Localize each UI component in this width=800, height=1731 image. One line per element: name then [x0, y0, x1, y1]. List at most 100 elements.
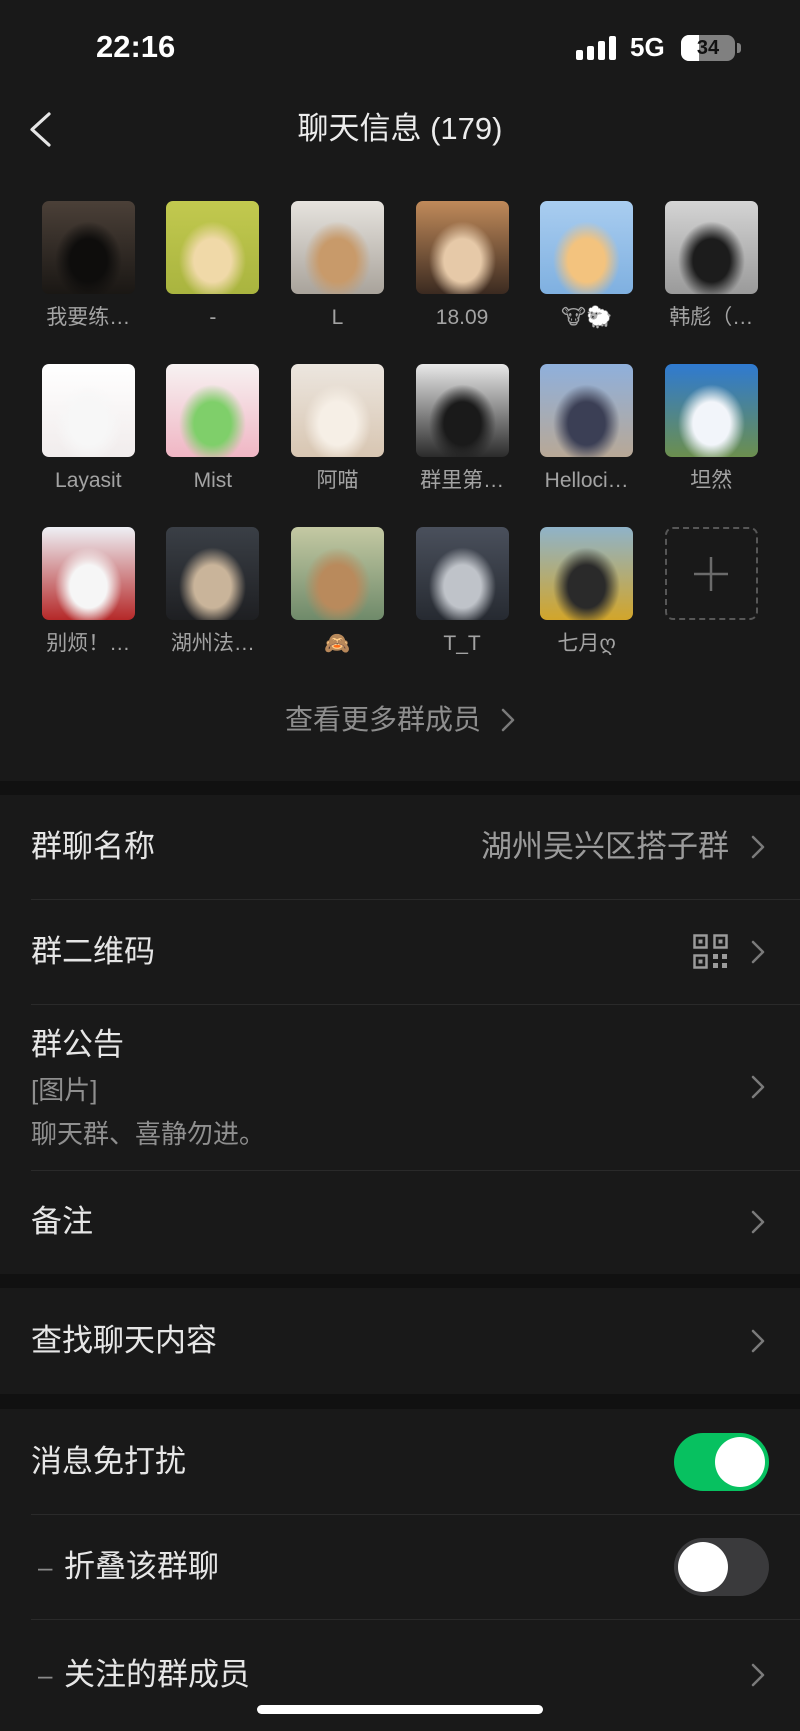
member-item[interactable]: 湖州法…	[151, 527, 276, 690]
member-avatar	[540, 527, 634, 620]
member-avatar	[415, 364, 509, 457]
member-name: 🙈	[324, 632, 351, 655]
network-type: 5G	[630, 32, 665, 62]
group-name-label: 群聊名称	[31, 829, 155, 864]
member-name: 群里第…	[420, 469, 505, 492]
remark-label: 备注	[31, 1204, 93, 1239]
group-name-value: 湖州吴兴区搭子群	[481, 829, 729, 864]
member-name: 湖州法…	[170, 632, 255, 655]
member-item[interactable]: 别烦！…	[26, 527, 151, 690]
member-item[interactable]: 阿喵	[275, 364, 400, 527]
member-name: 坦然	[690, 469, 733, 492]
group-name-row[interactable]: 群聊名称 湖州吴兴区搭子群	[0, 795, 800, 899]
indent-dash: –	[38, 1660, 53, 1690]
chevron-right-icon	[751, 1329, 765, 1353]
member-avatar	[290, 527, 384, 620]
member-avatar	[166, 201, 260, 294]
signal-bar	[609, 36, 616, 60]
member-name: 七月ღ	[557, 632, 616, 655]
member-name: Helloci…	[544, 469, 629, 492]
group-settings-card: 群聊名称 湖州吴兴区搭子群 群二维码 群公告 [图片] 聊天群、喜静勿进。 备注	[0, 795, 800, 1274]
member-item[interactable]: 群里第…	[400, 364, 525, 527]
announcement-line: [图片]	[31, 1075, 98, 1105]
member-name: 18.09	[435, 306, 489, 329]
indent-dash: –	[38, 1551, 53, 1582]
qr-code-label: 群二维码	[31, 933, 155, 969]
member-avatar	[41, 201, 135, 294]
member-avatar	[540, 364, 634, 457]
mute-toggle[interactable]	[674, 1432, 769, 1491]
search-chat-history-row[interactable]: 查找聊天内容	[0, 1288, 800, 1394]
member-name: T_T	[443, 632, 481, 655]
chevron-right-icon	[751, 835, 765, 859]
member-avatar	[540, 201, 634, 294]
chevron-right-icon	[751, 1210, 765, 1234]
chevron-right-icon	[751, 1075, 765, 1099]
member-avatar	[290, 364, 384, 457]
signal-bar	[598, 41, 605, 60]
search-chat-history-label: 查找聊天内容	[31, 1323, 217, 1358]
member-item[interactable]: Mist	[151, 364, 276, 527]
member-item[interactable]: -	[151, 201, 276, 364]
member-item[interactable]: Layasit	[26, 364, 151, 527]
add-member-tile	[664, 527, 758, 620]
announcement-label: 群公告	[31, 1027, 124, 1062]
battery-level: 34	[696, 37, 720, 59]
signal-bar	[576, 50, 583, 60]
chevron-right-icon	[501, 708, 515, 732]
notification-card: 消息免打扰 – 折叠该群聊 – 关注的群成员	[0, 1409, 800, 1731]
member-avatar	[166, 527, 260, 620]
view-more-members-label: 查看更多群成员	[284, 704, 481, 735]
toggle-knob	[678, 1541, 728, 1592]
fold-chat-label: 折叠该群聊	[64, 1548, 219, 1584]
plus-icon	[694, 556, 729, 591]
followed-members-label: 关注的群成员	[64, 1657, 250, 1692]
member-item[interactable]: 坦然	[649, 364, 774, 527]
member-item[interactable]: 七月ღ	[524, 527, 649, 690]
member-name: Layasit	[55, 469, 122, 492]
view-more-members-link[interactable]: 查看更多群成员	[0, 700, 800, 740]
qr-code-row[interactable]: 群二维码	[0, 899, 800, 1004]
battery-tip	[737, 43, 741, 53]
member-item[interactable]: L	[275, 201, 400, 364]
announcement-line: 聊天群、喜静勿进。	[31, 1119, 266, 1149]
member-avatar	[41, 527, 135, 620]
qr-code-icon	[693, 934, 728, 969]
fold-chat-toggle[interactable]	[674, 1537, 769, 1596]
followed-members-row[interactable]: – 关注的群成员	[0, 1619, 800, 1731]
chevron-right-icon	[751, 940, 765, 963]
member-name: -	[209, 306, 217, 329]
announcement-row[interactable]: 群公告 [图片] 聊天群、喜静勿进。	[0, 1004, 800, 1170]
member-avatar	[166, 364, 260, 457]
home-indicator[interactable]	[257, 1705, 543, 1714]
member-name: 阿喵	[316, 469, 359, 492]
member-item[interactable]: 18.09	[400, 201, 525, 364]
member-name: 别烦！…	[46, 632, 131, 655]
member-name: 我要练…	[46, 306, 131, 329]
signal-bar	[587, 46, 594, 60]
member-item[interactable]: 韩彪（…	[649, 201, 774, 364]
member-name: 🐮🐑	[561, 306, 613, 329]
member-avatar	[664, 364, 758, 457]
member-item[interactable]: Helloci…	[524, 364, 649, 527]
member-avatar	[290, 201, 384, 294]
member-item[interactable]: T_T	[400, 527, 525, 690]
member-item[interactable]: 🙈	[275, 527, 400, 690]
member-grid: 我要练… - L 18.09 🐮🐑 韩彪（… Layasit Mist 阿喵 群…	[26, 201, 774, 690]
member-avatar	[415, 527, 509, 620]
page-title: 聊天信息 (179)	[297, 111, 503, 146]
battery-icon: 34	[681, 35, 735, 61]
remark-row[interactable]: 备注	[0, 1170, 800, 1274]
member-name: 韩彪（…	[669, 306, 754, 329]
signal-icon	[576, 36, 616, 60]
member-item[interactable]: 🐮🐑	[524, 201, 649, 364]
member-item[interactable]: 我要练…	[26, 201, 151, 364]
chevron-right-icon	[751, 1663, 765, 1687]
search-card: 查找聊天内容	[0, 1288, 800, 1394]
member-avatar	[415, 201, 509, 294]
mute-row: 消息免打扰	[0, 1409, 800, 1514]
toggle-knob	[715, 1436, 765, 1487]
status-time: 22:16	[96, 29, 176, 64]
group-chat-info-screen: 22:16 5G 34 聊天信息 (179) 我要练… - L 18.09 🐮🐑…	[0, 0, 800, 1731]
add-member-button[interactable]	[649, 527, 774, 690]
